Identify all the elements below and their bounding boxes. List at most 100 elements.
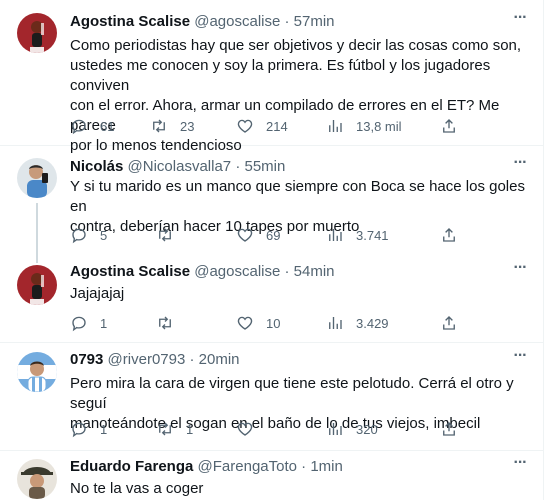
separator: ·: [284, 13, 290, 30]
action-bar: 1 1 320: [70, 419, 470, 439]
column-border: [543, 0, 544, 500]
tweet-text: No te la vas a coger: [70, 480, 204, 497]
share-button[interactable]: [440, 225, 458, 245]
like-count: 69: [266, 227, 281, 243]
views-count: 320: [356, 421, 378, 437]
reply-button[interactable]: 61: [70, 116, 114, 136]
reply-tweet[interactable]: Agostina Scalise @agoscalise · 57min ···…: [0, 0, 543, 154]
more-dots-icon[interactable]: ···: [510, 10, 530, 32]
more-dots-icon[interactable]: ···: [510, 348, 530, 370]
author-name[interactable]: 0793: [70, 351, 103, 368]
reply-icon: [72, 119, 86, 135]
reply-tweet[interactable]: 0793 @river0793 · 20min ··· Pero mira la…: [0, 344, 543, 451]
avatar[interactable]: [17, 352, 57, 392]
like-count: 10: [266, 315, 281, 331]
like-count: 214: [266, 118, 288, 134]
views-icon: [329, 423, 342, 435]
retweet-button[interactable]: [156, 225, 186, 245]
retweet-icon: [159, 316, 171, 330]
avatar[interactable]: [17, 459, 57, 499]
reply-icon: [72, 422, 86, 438]
reply-tweet[interactable]: Nicolás @Nicolasvalla7 · 55min ··· Y si …: [0, 147, 543, 263]
tweet-text: Jajajajaj: [70, 285, 125, 302]
share-button[interactable]: [440, 313, 458, 333]
timestamp[interactable]: 55min: [244, 158, 285, 175]
tweet-text: Como periodistas hay que ser objetivos y…: [70, 37, 522, 154]
author-handle[interactable]: @agoscalise: [194, 263, 280, 280]
reply-tweet[interactable]: Agostina Scalise @agoscalise · 54min ···…: [0, 257, 543, 343]
timestamp[interactable]: 54min: [294, 263, 335, 280]
separator: ·: [235, 158, 241, 175]
tweet-header: Agostina Scalise @agoscalise · 54min: [70, 262, 335, 282]
author-name[interactable]: Agostina Scalise: [70, 263, 190, 280]
reply-button[interactable]: 1: [70, 419, 107, 439]
share-button[interactable]: [440, 116, 458, 136]
share-icon: [443, 316, 455, 330]
reply-count: 1: [100, 315, 108, 331]
separator: ·: [284, 263, 290, 280]
retweet-button[interactable]: 23: [150, 116, 194, 136]
views-icon: [329, 120, 342, 132]
views-count: 3.429: [356, 315, 389, 331]
avatar[interactable]: [17, 13, 57, 53]
author-name[interactable]: Nicolás: [70, 158, 123, 175]
timestamp[interactable]: 57min: [294, 13, 335, 30]
avatar[interactable]: [17, 265, 57, 305]
tweet-header: Eduardo Farenga @FarengaToto · 1min: [70, 457, 343, 477]
author-name[interactable]: Agostina Scalise: [70, 13, 190, 30]
views-count: 13,8 mil: [356, 118, 402, 134]
like-icon: [237, 119, 253, 133]
reply-tweet[interactable]: Eduardo Farenga @FarengaToto · 1min ··· …: [0, 451, 543, 500]
author-handle[interactable]: @FarengaToto: [198, 458, 297, 475]
views-button[interactable]: 320: [326, 419, 378, 439]
share-icon: [443, 422, 455, 436]
reply-button[interactable]: 5: [70, 225, 107, 245]
more-dots-icon[interactable]: ···: [510, 455, 530, 477]
retweet-count: 1: [186, 421, 194, 437]
retweet-count: 23: [180, 118, 195, 134]
tweet-header: 0793 @river0793 · 20min: [70, 350, 240, 370]
retweet-button[interactable]: [156, 313, 186, 333]
tweet-header: Agostina Scalise @agoscalise · 57min: [70, 12, 335, 32]
reply-count: 1: [100, 421, 108, 437]
views-icon: [329, 229, 342, 241]
timestamp[interactable]: 1min: [310, 458, 343, 475]
more-dots-icon[interactable]: ···: [510, 155, 530, 177]
thread-line: [36, 203, 38, 263]
separator: ·: [189, 351, 195, 368]
author-name[interactable]: Eduardo Farenga: [70, 458, 193, 475]
like-button[interactable]: 10: [236, 313, 280, 333]
author-handle[interactable]: @Nicolasvalla7: [128, 158, 232, 175]
share-button[interactable]: [440, 419, 458, 439]
like-icon: [237, 422, 253, 436]
separator: ·: [301, 458, 307, 475]
share-icon: [443, 228, 455, 242]
reply-icon: [72, 316, 86, 332]
views-button[interactable]: 13,8 mil: [326, 116, 402, 136]
share-icon: [443, 119, 455, 133]
reply-icon: [72, 228, 86, 244]
like-icon: [237, 228, 253, 242]
author-handle[interactable]: @agoscalise: [194, 13, 280, 30]
action-bar: 5 69 3.741: [70, 225, 470, 245]
retweet-button[interactable]: 1: [156, 419, 193, 439]
reply-count: 5: [100, 227, 108, 243]
views-button[interactable]: 3.429: [326, 313, 389, 333]
more-dots-icon[interactable]: ···: [510, 260, 530, 282]
author-handle[interactable]: @river0793: [108, 351, 186, 368]
retweet-icon: [159, 422, 171, 436]
views-icon: [329, 317, 342, 329]
reply-button[interactable]: 1: [70, 313, 107, 333]
reply-count: 61: [100, 118, 115, 134]
like-button[interactable]: 214: [236, 116, 288, 136]
retweet-icon: [153, 119, 165, 133]
avatar[interactable]: [17, 158, 57, 198]
like-button[interactable]: 69: [236, 225, 280, 245]
tweet-header: Nicolás @Nicolasvalla7 · 55min: [70, 157, 285, 177]
retweet-icon: [159, 228, 171, 242]
action-bar: 61 23 214 13,8 mil: [70, 116, 470, 136]
views-count: 3.741: [356, 227, 389, 243]
views-button[interactable]: 3.741: [326, 225, 389, 245]
timestamp[interactable]: 20min: [199, 351, 240, 368]
like-button[interactable]: [236, 419, 266, 439]
